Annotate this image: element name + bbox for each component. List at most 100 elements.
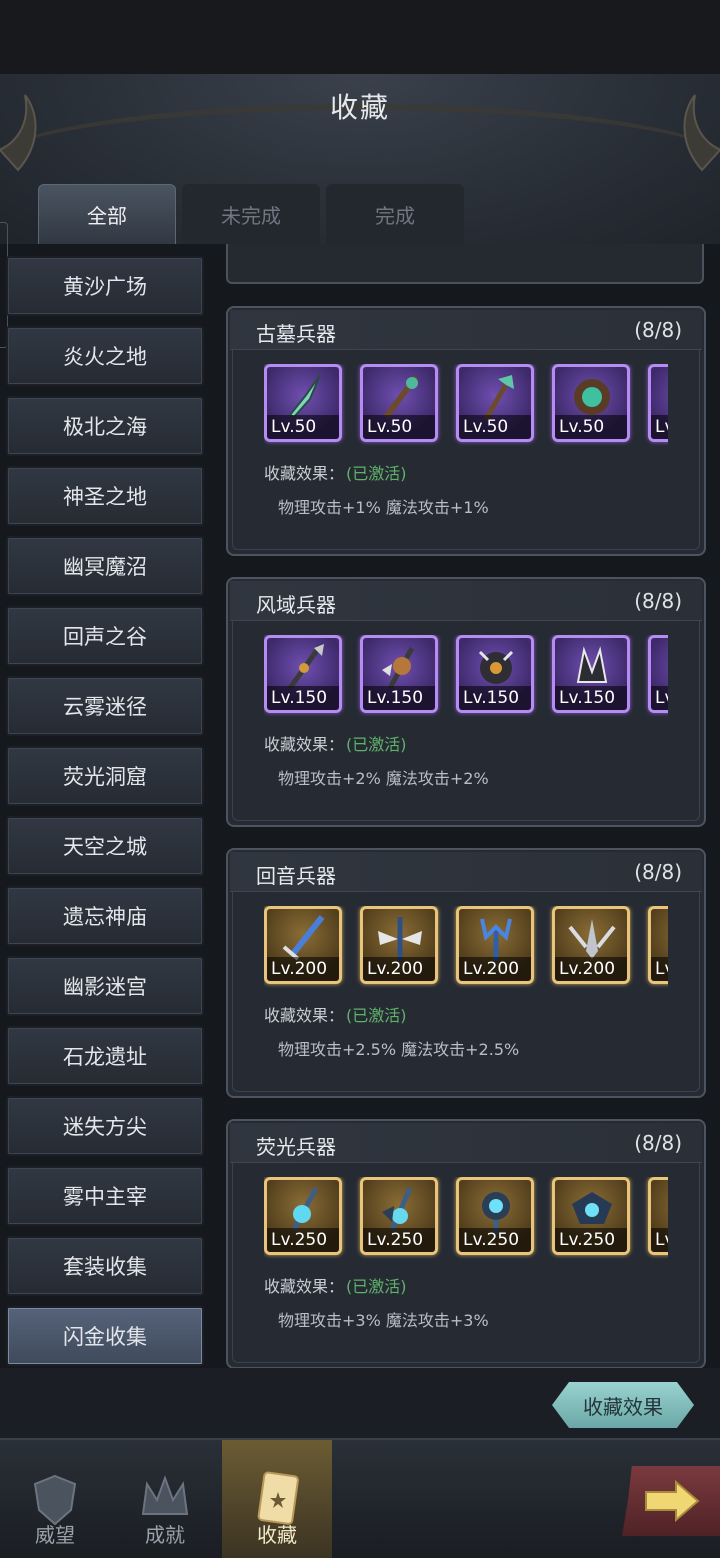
- tab-complete[interactable]: 完成: [326, 184, 464, 244]
- item-row[interactable]: Lv.250 Lv.250 Lv.250 Lv.250 Lv: [264, 1177, 668, 1259]
- sidebar-item-yanhuo[interactable]: 炎火之地: [6, 326, 204, 386]
- weapon-item[interactable]: Lv: [648, 1177, 668, 1255]
- weapon-item[interactable]: Lv.250: [552, 1177, 630, 1255]
- weapon-item[interactable]: Lv.200: [360, 906, 438, 984]
- weapon-item[interactable]: Lv.150: [360, 635, 438, 713]
- effect-label: 收藏效果：: [264, 464, 345, 483]
- nav-label: 成就: [145, 1523, 185, 1547]
- sidebar-item-yiwang[interactable]: 遗忘神庙: [6, 886, 204, 946]
- effect-text: 物理攻击+1% 魔法攻击+1%: [278, 498, 489, 517]
- item-level: Lv.150: [459, 686, 531, 710]
- collection-list[interactable]: 古墓兵器 (8/8) Lv.50 Lv.50 Lv.50 Lv.50 Lv: [212, 244, 720, 1368]
- collection-title: 荧光兵器: [256, 1135, 336, 1159]
- weapon-item[interactable]: Lv.250: [264, 1177, 342, 1255]
- status-bar: [0, 0, 720, 74]
- collection-count: (8/8): [634, 1131, 682, 1155]
- item-row[interactable]: Lv.150 Lv.150 Lv.150 Lv.150 Lv: [264, 635, 668, 717]
- tab-all[interactable]: 全部: [38, 184, 176, 244]
- arrow-right-icon: [645, 1479, 700, 1523]
- item-level: Lv: [651, 1228, 668, 1252]
- item-level: Lv: [651, 686, 668, 710]
- collection-effect-button[interactable]: 收藏效果: [552, 1382, 694, 1428]
- sidebar-item-jibei[interactable]: 极北之海: [6, 396, 204, 456]
- collection-title: 风域兵器: [256, 593, 336, 617]
- nav-prestige[interactable]: 威望: [0, 1440, 110, 1558]
- item-level: Lv.150: [363, 686, 435, 710]
- item-level: Lv.200: [267, 957, 339, 981]
- sidebar-item-youying[interactable]: 幽影迷宫: [6, 956, 204, 1016]
- effect-state: (已激活): [346, 1006, 407, 1025]
- sidebar-item-taozhuang[interactable]: 套装收集: [6, 1236, 204, 1296]
- weapon-item[interactable]: Lv: [648, 635, 668, 713]
- effect-state: (已激活): [346, 735, 407, 754]
- effect-label: 收藏效果：: [264, 1277, 345, 1296]
- weapon-item[interactable]: Lv.150: [552, 635, 630, 713]
- weapon-item[interactable]: Lv: [648, 906, 668, 984]
- item-level: Lv.150: [267, 686, 339, 710]
- sidebar: 黄沙广场 炎火之地 极北之海 神圣之地 幽冥魔沼 回声之谷 云雾迷径 荧光洞窟 …: [6, 256, 204, 1376]
- sidebar-item-huisheng[interactable]: 回声之谷: [6, 606, 204, 666]
- collection-title: 回音兵器: [256, 864, 336, 888]
- item-level: Lv.250: [363, 1228, 435, 1252]
- effect-text: 物理攻击+2.5% 魔法攻击+2.5%: [278, 1040, 520, 1059]
- effect-text: 物理攻击+2% 魔法攻击+2%: [278, 769, 489, 788]
- item-level: Lv.200: [363, 957, 435, 981]
- collection-card: 回音兵器 (8/8) Lv.200 Lv.200 Lv.200 Lv.200 L…: [226, 848, 706, 1098]
- nav-collection[interactable]: 收藏: [222, 1440, 332, 1558]
- item-level: Lv.50: [459, 415, 531, 439]
- sidebar-item-shanjin[interactable]: 闪金收集: [6, 1306, 204, 1366]
- filter-tabs: 全部 未完成 完成: [38, 184, 464, 244]
- item-level: Lv.200: [459, 957, 531, 981]
- collection-count: (8/8): [634, 318, 682, 342]
- weapon-item[interactable]: Lv.150: [456, 635, 534, 713]
- collection-title: 古墓兵器: [256, 322, 336, 346]
- collection-card: 荧光兵器 (8/8) Lv.250 Lv.250 Lv.250 Lv.250 L…: [226, 1119, 706, 1368]
- weapon-item[interactable]: Lv.50: [456, 364, 534, 442]
- collection-card: 古墓兵器 (8/8) Lv.50 Lv.50 Lv.50 Lv.50 Lv: [226, 306, 706, 556]
- weapon-item[interactable]: Lv.200: [264, 906, 342, 984]
- effect-label: 收藏效果：: [264, 1006, 345, 1025]
- item-level: Lv.50: [555, 415, 627, 439]
- sidebar-item-youming[interactable]: 幽冥魔沼: [6, 536, 204, 596]
- sidebar-item-wuzhong[interactable]: 雾中主宰: [6, 1166, 204, 1226]
- weapon-item[interactable]: Lv.250: [456, 1177, 534, 1255]
- nav-label: 收藏: [257, 1523, 297, 1547]
- tab-incomplete[interactable]: 未完成: [182, 184, 320, 244]
- sidebar-item-mishi[interactable]: 迷失方尖: [6, 1096, 204, 1156]
- item-level: Lv.200: [555, 957, 627, 981]
- effect-text: 物理攻击+3% 魔法攻击+3%: [278, 1311, 489, 1330]
- collection-count: (8/8): [634, 860, 682, 884]
- nav-label: 威望: [35, 1523, 75, 1547]
- page-title: 收藏: [329, 91, 390, 124]
- item-level: Lv.150: [555, 686, 627, 710]
- item-level: Lv.50: [363, 415, 435, 439]
- previous-card-partial: [226, 244, 704, 284]
- weapon-item[interactable]: Lv.200: [552, 906, 630, 984]
- sidebar-item-yunwu[interactable]: 云雾迷径: [6, 676, 204, 736]
- weapon-item[interactable]: Lv.250: [360, 1177, 438, 1255]
- collection-count: (8/8): [634, 589, 682, 613]
- weapon-item[interactable]: Lv.50: [552, 364, 630, 442]
- sidebar-item-tiankong[interactable]: 天空之城: [6, 816, 204, 876]
- item-row[interactable]: Lv.200 Lv.200 Lv.200 Lv.200 Lv: [264, 906, 668, 988]
- sidebar-item-huangsha[interactable]: 黄沙广场: [6, 256, 204, 316]
- nav-achievement[interactable]: 成就: [110, 1440, 220, 1558]
- effect-label: 收藏效果：: [264, 735, 345, 754]
- item-level: Lv: [651, 415, 668, 439]
- sidebar-item-shensheng[interactable]: 神圣之地: [6, 466, 204, 526]
- effect-state: (已激活): [346, 464, 407, 483]
- item-level: Lv.250: [555, 1228, 627, 1252]
- weapon-item[interactable]: Lv.50: [264, 364, 342, 442]
- next-button[interactable]: [622, 1466, 720, 1536]
- item-level: Lv: [651, 957, 668, 981]
- sidebar-item-shilong[interactable]: 石龙遗址: [6, 1026, 204, 1086]
- weapon-item[interactable]: Lv.150: [264, 635, 342, 713]
- effect-state: (已激活): [346, 1277, 407, 1296]
- item-level: Lv.250: [267, 1228, 339, 1252]
- item-level: Lv.50: [267, 415, 339, 439]
- weapon-item[interactable]: Lv.50: [360, 364, 438, 442]
- item-row[interactable]: Lv.50 Lv.50 Lv.50 Lv.50 Lv: [264, 364, 668, 446]
- weapon-item[interactable]: Lv: [648, 364, 668, 442]
- sidebar-item-yingguang[interactable]: 荧光洞窟: [6, 746, 204, 806]
- weapon-item[interactable]: Lv.200: [456, 906, 534, 984]
